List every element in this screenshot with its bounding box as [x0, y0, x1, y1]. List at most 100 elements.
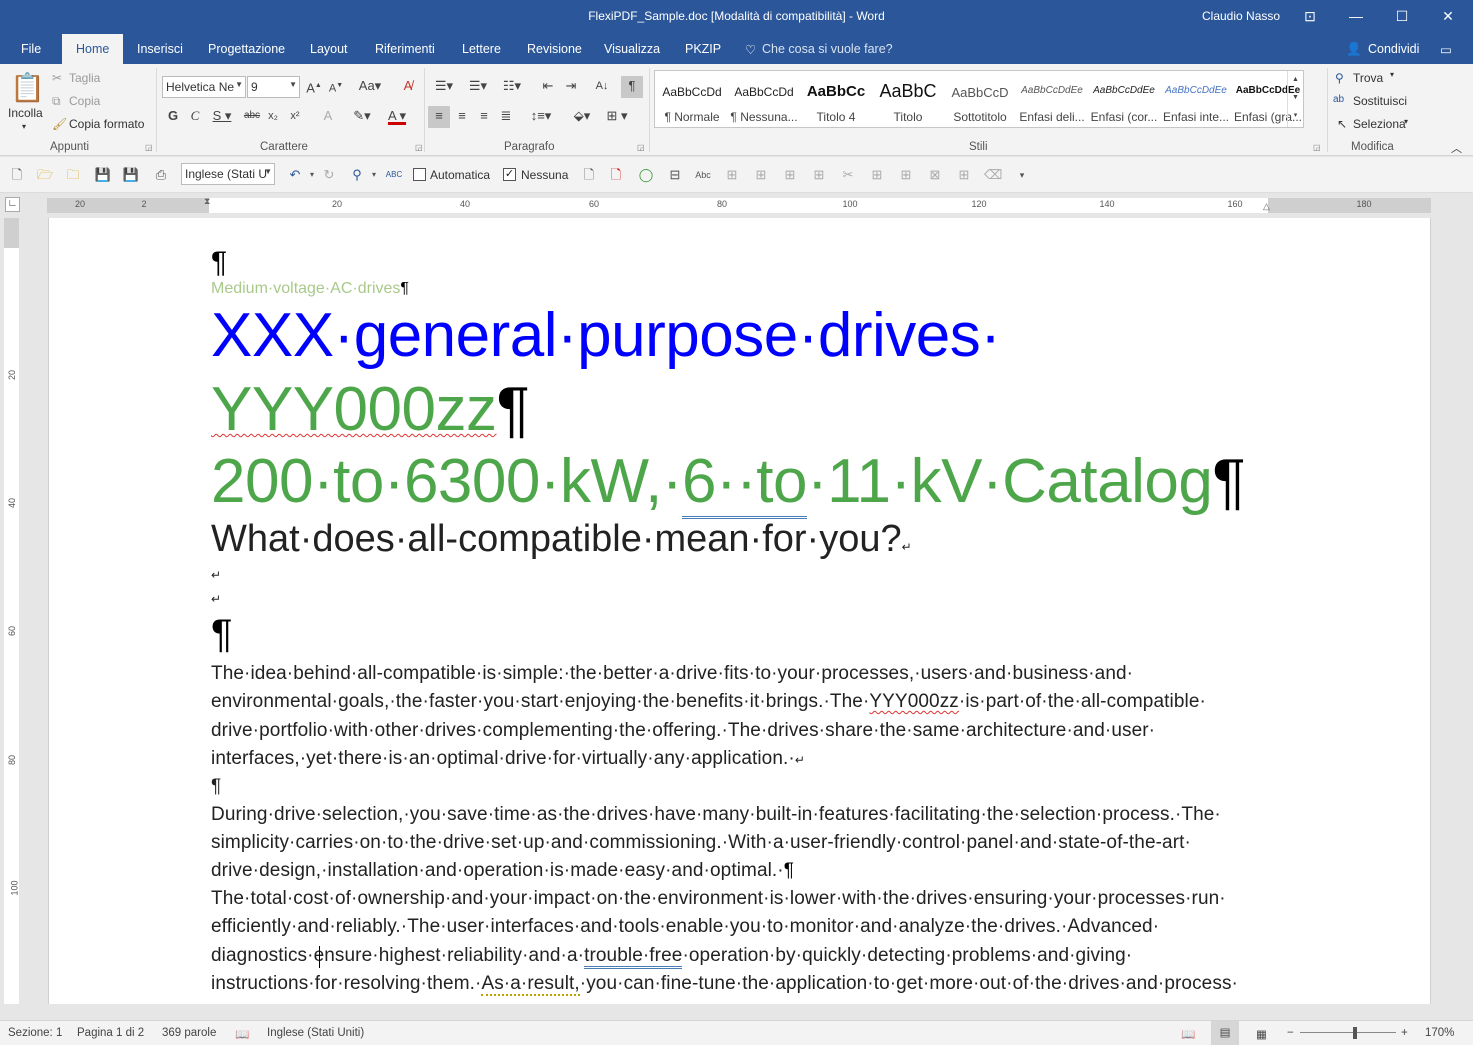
table-merge-icon[interactable]: ⊞: [810, 166, 828, 184]
table-icon[interactable]: ⊞: [868, 166, 886, 184]
zoom-in-icon[interactable]: +: [1401, 1027, 1408, 1039]
indent-marker-icon[interactable]: ⧗: [204, 196, 210, 207]
word-count[interactable]: 369 parole: [162, 1027, 216, 1039]
close-button[interactable]: ✕: [1425, 0, 1471, 32]
paste-icon[interactable]: 📋: [10, 70, 45, 106]
maximize-button[interactable]: ☐: [1379, 0, 1425, 32]
clear-formatting-icon[interactable]: A̸: [398, 76, 418, 98]
open-icon[interactable]: 🗁: [36, 166, 54, 184]
style-intense-emphasis[interactable]: AaBbCcDdEe Enfasi inte...: [1160, 71, 1232, 127]
zoom-level[interactable]: 170%: [1425, 1027, 1454, 1039]
tab-selector-icon[interactable]: ∟: [5, 197, 20, 212]
folder-icon[interactable]: 🗀: [64, 166, 82, 184]
document-page[interactable]: ¶ Medium·voltage·AC·drives¶ XXX·general·…: [48, 218, 1431, 1004]
align-left-icon[interactable]: ≡: [428, 106, 450, 128]
style-title[interactable]: AaBbC Titolo: [872, 71, 944, 127]
delete-cells-icon[interactable]: ⊠: [926, 166, 944, 184]
paragraph-launcher-icon[interactable]: ◲: [637, 143, 645, 152]
customize-qat-icon[interactable]: ▾: [1013, 166, 1031, 184]
justify-icon[interactable]: ≣: [496, 106, 516, 128]
zoom-out-icon[interactable]: −: [1287, 1027, 1294, 1039]
spelling-icon[interactable]: ABC: [385, 166, 403, 184]
more-icon[interactable]: ▾: [1288, 107, 1303, 125]
table-split-icon[interactable]: ⊞: [897, 166, 915, 184]
tab-references[interactable]: Riferimenti: [375, 42, 435, 56]
automatic-checkbox[interactable]: [413, 168, 426, 181]
styles-launcher-icon[interactable]: ◲: [1313, 143, 1321, 152]
change-case-icon[interactable]: Aa▾: [356, 76, 384, 98]
highlight-color-icon[interactable]: ✎▾: [348, 106, 376, 128]
paste-dropdown-icon[interactable]: ▾: [22, 122, 26, 131]
strikethrough-icon[interactable]: abc: [242, 106, 262, 128]
paste-button[interactable]: Incolla: [8, 106, 43, 120]
table-rows-icon[interactable]: ⊞: [752, 166, 770, 184]
tab-file[interactable]: File: [21, 42, 41, 56]
font-name-combo[interactable]: Helvetica Ne ▼: [162, 76, 246, 98]
replace-button[interactable]: Sostituisci: [1353, 94, 1407, 108]
redo-icon[interactable]: ↻: [320, 166, 338, 184]
minimize-button[interactable]: —: [1333, 0, 1379, 32]
eraser-icon[interactable]: ⌫: [984, 166, 1002, 184]
find-button[interactable]: Trova: [1353, 71, 1383, 85]
zoom-slider[interactable]: [1300, 1032, 1396, 1033]
table-insert-icon[interactable]: ⊞: [723, 166, 741, 184]
text-effects-icon[interactable]: A: [318, 106, 338, 128]
share-button[interactable]: Condividi: [1368, 42, 1419, 56]
tab-home[interactable]: Home: [62, 34, 124, 64]
numbering-icon[interactable]: ☰▾: [464, 76, 492, 98]
styles-scroll[interactable]: ▲ ▼ ▾: [1287, 71, 1303, 127]
zoom-slider-thumb[interactable]: [1353, 1027, 1357, 1039]
comment-icon[interactable]: ▭: [1440, 42, 1452, 57]
font-size-combo[interactable]: 9 ▼: [247, 76, 300, 98]
multilevel-list-icon[interactable]: ☷▾: [498, 76, 526, 98]
find-dropdown-icon[interactable]: ▾: [1390, 70, 1394, 79]
clipboard-launcher-icon[interactable]: ◲: [145, 143, 153, 152]
chevron-up-icon[interactable]: ▲: [1288, 71, 1303, 89]
format-painter-button[interactable]: Copia formato: [69, 117, 144, 131]
tab-review[interactable]: Revisione: [527, 42, 582, 56]
superscript-icon[interactable]: x²: [287, 106, 303, 128]
web-layout-icon[interactable]: ▦: [1256, 1027, 1267, 1041]
sort-icon[interactable]: A↓: [592, 76, 612, 98]
tab-view[interactable]: Visualizza: [604, 42, 660, 56]
abc-icon[interactable]: Abc: [694, 166, 712, 184]
select-button[interactable]: Seleziona: [1353, 117, 1406, 131]
tab-layout[interactable]: Layout: [310, 42, 348, 56]
print-layout-icon[interactable]: ▤: [1211, 1021, 1239, 1045]
align-right-icon[interactable]: ≡: [474, 106, 494, 128]
style-emphasis[interactable]: AaBbCcDdEe Enfasi (cor...: [1088, 71, 1160, 127]
style-heading-4[interactable]: AaBbCc Titolo 4: [800, 71, 872, 127]
shading-icon[interactable]: ⬙▾: [568, 106, 596, 128]
style-no-spacing[interactable]: AaBbCcDd ¶ Nessuna...: [728, 71, 800, 127]
page-icon[interactable]: 🗋: [580, 166, 598, 184]
page-indicator[interactable]: Pagina 1 di 2: [77, 1027, 144, 1039]
tab-mailings[interactable]: Lettere: [462, 42, 501, 56]
circle-icon[interactable]: ◯: [637, 166, 655, 184]
bullets-icon[interactable]: ☰▾: [430, 76, 458, 98]
font-color-icon[interactable]: A ▾: [383, 106, 411, 128]
tab-insert[interactable]: Inserisci: [137, 42, 183, 56]
style-normal[interactable]: AaBbCcDd ¶ Normale: [656, 71, 728, 127]
new-document-icon[interactable]: 🗋: [8, 166, 26, 184]
borders-icon[interactable]: ⊞ ▾: [602, 106, 632, 128]
find-icon[interactable]: ⚲: [348, 166, 366, 184]
font-launcher-icon[interactable]: ◲: [415, 143, 423, 152]
cut-cells-icon[interactable]: ✂: [839, 166, 857, 184]
line-spacing-icon[interactable]: ↕≡▾: [526, 106, 556, 128]
vertical-ruler[interactable]: 20 40 60 80 100: [4, 218, 20, 1004]
subscript-icon[interactable]: x₂: [265, 106, 281, 128]
cut-button[interactable]: Taglia: [69, 71, 100, 85]
style-subtle-emphasis[interactable]: AaBbCcDdEe Enfasi deli...: [1016, 71, 1088, 127]
horizontal-ruler[interactable]: 20 2 20 40 60 80 100 120 140 160 180 ⧗ △: [47, 196, 1431, 213]
save-as-icon[interactable]: 💾: [122, 166, 140, 184]
find-dropdown-icon[interactable]: ▾: [365, 166, 383, 184]
print-icon[interactable]: ⎙: [152, 166, 170, 184]
style-subtitle[interactable]: AaBbCcD Sottotitolo: [944, 71, 1016, 127]
select-dropdown-icon[interactable]: ▾: [1404, 117, 1408, 126]
increase-indent-icon[interactable]: ⇥: [561, 76, 581, 98]
language-indicator[interactable]: Inglese (Stati Uniti): [267, 1027, 364, 1039]
copy-button[interactable]: Copia: [69, 94, 100, 108]
bold-icon[interactable]: G: [165, 106, 181, 128]
section-indicator[interactable]: Sezione: 1: [8, 1027, 62, 1039]
save-icon[interactable]: 💾: [94, 166, 112, 184]
